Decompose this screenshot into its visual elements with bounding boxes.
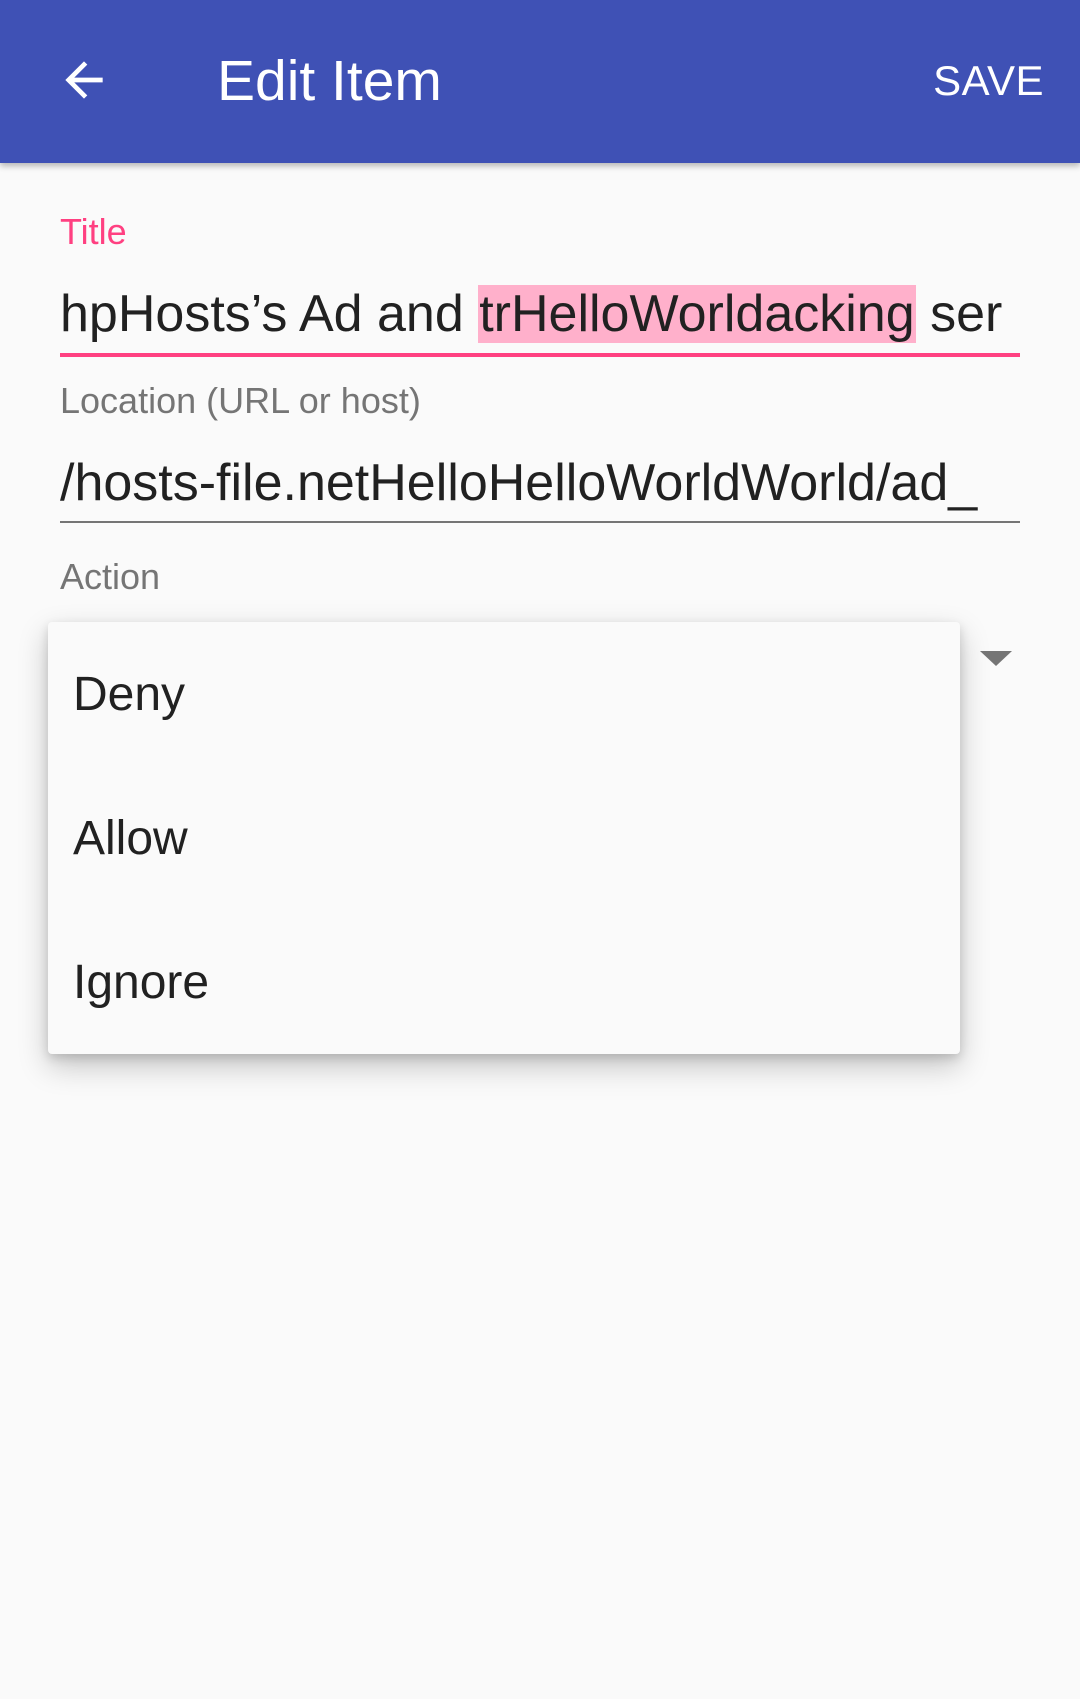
arrow-left-icon xyxy=(65,61,103,99)
location-input[interactable]: /hosts-file.netHelloHelloWorldWorld/ad_ xyxy=(60,447,1020,519)
title-text-before: hpHosts’s Ad and xyxy=(60,285,479,343)
menu-item-allow[interactable]: Allow xyxy=(48,766,960,910)
app-bar: Edit Item SAVE xyxy=(0,0,1080,163)
action-dropdown-menu: Deny Allow Ignore xyxy=(48,622,960,1054)
edit-form: Title hpHosts’s Ad and trHelloWorldackin… xyxy=(0,163,1080,1699)
save-button[interactable]: SAVE xyxy=(933,50,1044,112)
menu-item-deny[interactable]: Deny xyxy=(48,622,960,766)
action-label: Action xyxy=(60,556,161,597)
dropdown-arrow-icon[interactable] xyxy=(980,651,1012,666)
location-input-underline xyxy=(60,521,1020,523)
location-label: Location (URL or host) xyxy=(60,380,421,421)
title-text-selection: trHelloWorldacking xyxy=(478,285,916,343)
back-button[interactable] xyxy=(46,42,122,118)
title-input[interactable]: hpHosts’s Ad and trHelloWorldacking ser xyxy=(60,278,1020,350)
title-text-after: ser xyxy=(915,285,1003,343)
page-title: Edit Item xyxy=(217,49,442,113)
title-label: Title xyxy=(60,211,127,252)
menu-item-ignore[interactable]: Ignore xyxy=(48,910,960,1054)
title-input-underline xyxy=(60,353,1020,357)
